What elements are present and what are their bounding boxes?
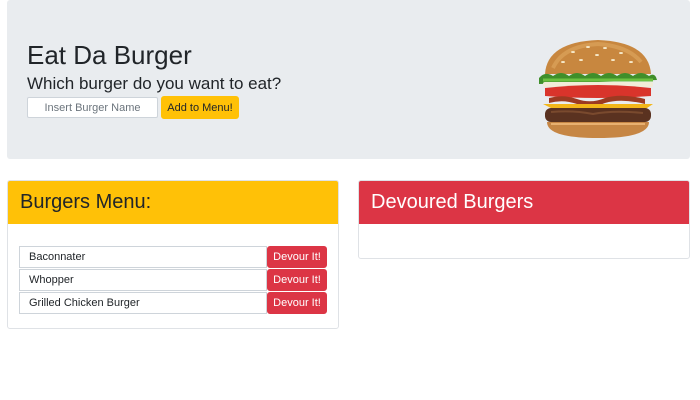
- burgers-menu-card: Burgers Menu: Baconnater Devour It! Whop…: [7, 180, 339, 329]
- list-item: Grilled Chicken Burger Devour It!: [19, 292, 327, 315]
- devour-button[interactable]: Devour It!: [267, 269, 327, 291]
- list-item: Whopper Devour It!: [19, 269, 327, 292]
- devour-button[interactable]: Devour It!: [267, 246, 327, 268]
- burger-name: Baconnater: [19, 246, 267, 268]
- devoured-burgers-card: Devoured Burgers: [358, 180, 690, 259]
- page-subtitle: Which burger do you want to eat?: [27, 74, 282, 93]
- burger-name: Whopper: [19, 269, 267, 291]
- devour-button[interactable]: Devour It!: [267, 292, 327, 314]
- burger-name-input[interactable]: [27, 97, 158, 118]
- burger-name: Grilled Chicken Burger: [19, 292, 267, 314]
- page-title: Eat Da Burger: [27, 40, 192, 70]
- burgers-menu-list: Baconnater Devour It! Whopper Devour It!…: [19, 246, 327, 315]
- burgers-menu-title: Burgers Menu:: [8, 181, 338, 224]
- list-item: Baconnater Devour It!: [19, 246, 327, 269]
- devoured-burgers-title: Devoured Burgers: [359, 181, 689, 224]
- header-jumbotron: Eat Da Burger Which burger do you want t…: [7, 0, 690, 159]
- add-to-menu-button[interactable]: Add to Menu!: [161, 96, 239, 119]
- burger-image: [539, 40, 657, 138]
